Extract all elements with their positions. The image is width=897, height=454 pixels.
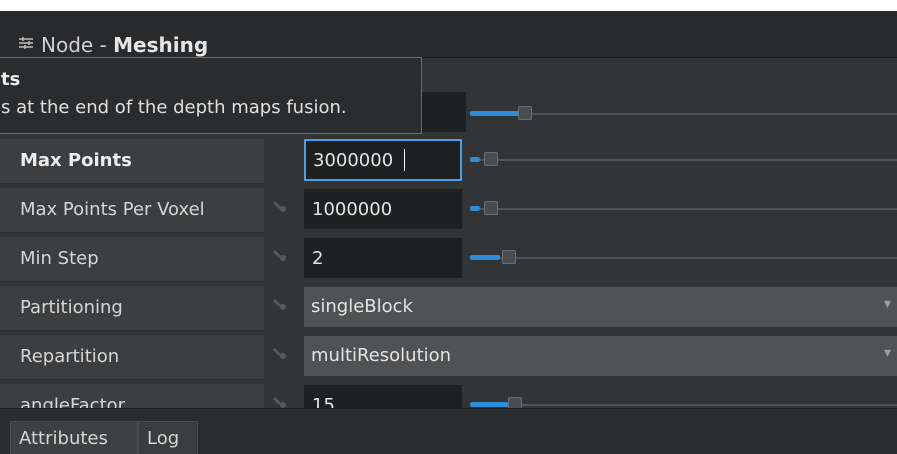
attribute-label: Repartition xyxy=(20,346,120,367)
slider-fill xyxy=(470,157,480,162)
slider-handle[interactable] xyxy=(508,397,522,408)
slider-handle[interactable] xyxy=(502,250,516,264)
chevron-down-icon[interactable]: ▾ xyxy=(884,345,891,361)
attribute-label: Max Points Per Voxel xyxy=(20,199,205,220)
slider-fill xyxy=(470,255,500,260)
sliders-icon xyxy=(18,35,34,55)
attribute-label: Min Step xyxy=(20,248,99,269)
slider-fill xyxy=(470,111,522,116)
tab-attributes[interactable]: Attributes xyxy=(10,421,138,454)
angle-factor-value[interactable]: 15 xyxy=(312,395,335,408)
attribute-row-max-points-per-voxel: Max Points Per Voxel 1000000 xyxy=(0,188,897,233)
slider-handle[interactable] xyxy=(484,152,498,166)
min-step-input[interactable]: 2 xyxy=(304,238,462,278)
panel-tab-bar: Attributes Log xyxy=(0,408,897,454)
partial-slider[interactable] xyxy=(470,106,897,120)
max-points-per-voxel-value[interactable]: 1000000 xyxy=(312,199,392,220)
attribute-label-cell: Max Points Per Voxel xyxy=(0,188,264,233)
attribute-label-cell: Repartition xyxy=(0,335,264,380)
max-points-per-voxel-input[interactable]: 1000000 xyxy=(304,189,462,229)
max-points-value[interactable]: 3000000 xyxy=(313,150,393,171)
text-caret xyxy=(404,149,405,171)
attribute-label-cell: Partitioning xyxy=(0,286,264,331)
partitioning-dropdown[interactable]: singleBlock ▾ xyxy=(304,287,897,327)
slider-handle[interactable] xyxy=(518,106,532,120)
wrench-icon[interactable] xyxy=(272,345,290,365)
node-name: Meshing xyxy=(113,33,209,57)
wrench-icon[interactable] xyxy=(272,198,290,218)
node-title: Node - Meshing xyxy=(41,33,208,57)
wrench-icon[interactable] xyxy=(272,296,290,316)
attribute-tooltip: ts s at the end of the depth maps fusion… xyxy=(0,57,422,134)
node-title-prefix: Node xyxy=(41,33,94,57)
angle-factor-slider[interactable] xyxy=(470,397,897,408)
partial-value-field[interactable] xyxy=(422,92,466,132)
node-title-separator: - xyxy=(93,33,114,57)
tab-log[interactable]: Log xyxy=(138,421,198,454)
repartition-dropdown[interactable]: multiResolution ▾ xyxy=(304,336,897,376)
max-points-slider[interactable] xyxy=(470,152,897,166)
attribute-row-repartition: Repartition multiResolution ▾ xyxy=(0,335,897,380)
attribute-row-min-step: Min Step 2 xyxy=(0,237,897,282)
max-points-input[interactable]: 3000000 xyxy=(304,139,462,181)
slider-handle[interactable] xyxy=(484,201,498,215)
attribute-label-cell: angleFactor xyxy=(0,384,264,408)
attribute-label-cell: Max Points xyxy=(0,139,264,184)
tab-label: Log xyxy=(147,428,180,449)
min-step-slider[interactable] xyxy=(470,250,897,264)
attribute-row-max-points: Max Points 3000000 xyxy=(0,139,897,184)
slider-fill xyxy=(470,206,480,211)
attribute-label-cell: Min Step xyxy=(0,237,264,282)
repartition-selected-value[interactable]: multiResolution xyxy=(311,345,451,366)
tab-label: Attributes xyxy=(19,428,108,449)
min-step-value[interactable]: 2 xyxy=(312,248,323,269)
attribute-row-angle-factor: angleFactor 15 xyxy=(0,384,897,408)
node-attribute-editor: Node - Meshing Max Points 3000000 Max Po… xyxy=(0,0,897,454)
partitioning-selected-value[interactable]: singleBlock xyxy=(311,296,413,317)
tooltip-body: s at the end of the depth maps fusion. xyxy=(1,97,347,118)
chevron-down-icon[interactable]: ▾ xyxy=(884,296,891,312)
window-top-edge xyxy=(0,0,897,11)
attribute-label: Partitioning xyxy=(20,297,123,318)
wrench-icon[interactable] xyxy=(272,247,290,267)
node-title-bar: Node - Meshing xyxy=(0,11,897,58)
attribute-row-partitioning: Partitioning singleBlock ▾ xyxy=(0,286,897,331)
attribute-label: angleFactor xyxy=(20,395,126,408)
slider-fill xyxy=(470,402,510,407)
tooltip-title: ts xyxy=(1,69,21,90)
max-points-per-voxel-slider[interactable] xyxy=(470,201,897,215)
angle-factor-input[interactable]: 15 xyxy=(304,385,462,408)
wrench-icon[interactable] xyxy=(272,394,290,408)
attribute-label: Max Points xyxy=(20,150,132,171)
